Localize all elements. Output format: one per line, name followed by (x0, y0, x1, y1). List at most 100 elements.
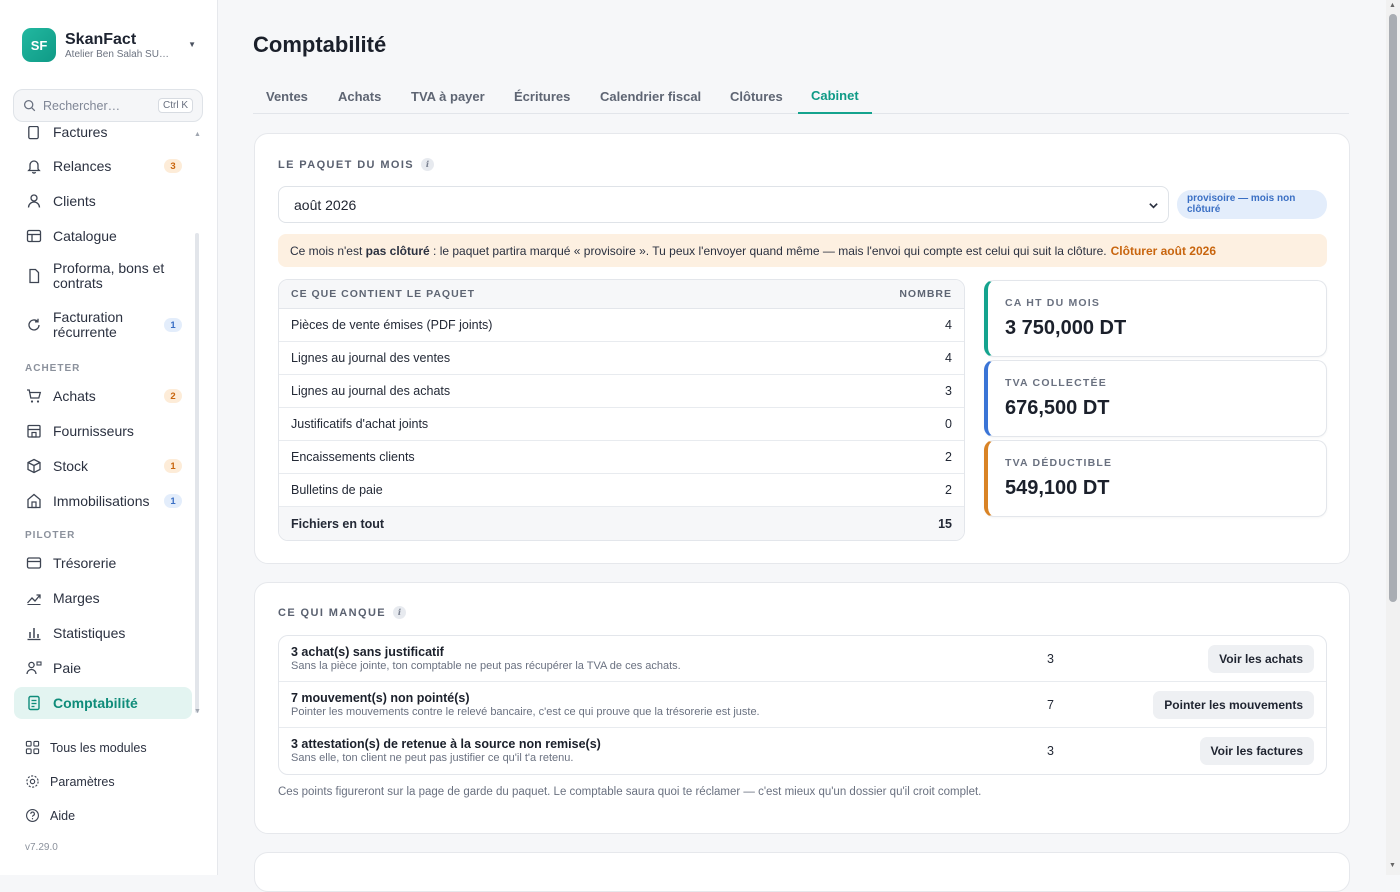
kpi-label: TVA DÉDUCTIBLE (1005, 457, 1113, 469)
tab-ecritures[interactable]: Écritures (501, 78, 583, 114)
row-label: Justificatifs d'achat joints (291, 417, 429, 431)
tab-achats[interactable]: Achats (325, 78, 394, 114)
kpi-label: CA HT DU MOIS (1005, 297, 1101, 309)
grid-icon (25, 740, 40, 755)
sidebar-item-factures[interactable]: Factures (14, 126, 192, 148)
row-count: 4 (945, 351, 952, 365)
building-icon (25, 493, 42, 510)
tab-bar: Ventes Achats TVA à payer Écritures Cale… (253, 78, 1349, 114)
sidebar-item-label: Stock (53, 457, 89, 474)
sidebar-item-label: Fournisseurs (53, 422, 134, 439)
column-header-contenu: CE QUE CONTIENT LE PAQUET (291, 288, 476, 300)
tab-clotures[interactable]: Clôtures (717, 78, 796, 114)
table-row: Pièces de vente émises (PDF joints) 4 (279, 309, 964, 342)
trend-icon (25, 590, 42, 607)
row-count: 2 (945, 483, 952, 497)
row-label: Lignes au journal des achats (291, 384, 451, 398)
sidebar-item-immobilisations[interactable]: Immobilisations 1 (14, 485, 192, 517)
total-count: 15 (938, 516, 952, 531)
voir-factures-button[interactable]: Voir les factures (1199, 737, 1314, 765)
section-label-piloter: PILOTER (25, 530, 76, 541)
search-box[interactable]: Rechercher… Ctrl K (13, 89, 203, 122)
sidebar-item-label: Comptabilité (53, 694, 138, 711)
table-row: 7 mouvement(s) non pointé(s) Pointer les… (279, 682, 1326, 728)
month-select[interactable]: août 2026 (278, 186, 1169, 223)
missing-description: Sans la pièce jointe, ton comptable ne p… (291, 660, 681, 672)
kpi-tva-deductible: TVA DÉDUCTIBLE 549,100 DT (984, 440, 1327, 517)
info-icon[interactable]: i (393, 606, 407, 619)
count-badge: 1 (164, 494, 182, 508)
cart-icon (25, 388, 42, 405)
bar-chart-icon (25, 625, 42, 642)
sidebar-item-fournisseurs[interactable]: Fournisseurs (14, 415, 192, 447)
table-row: Bulletins de paie 2 (279, 474, 964, 507)
sidebar-item-clients[interactable]: Clients (14, 185, 192, 217)
info-icon[interactable]: i (421, 158, 435, 171)
table-row: Lignes au journal des achats 3 (279, 375, 964, 408)
sidebar-item-stock[interactable]: Stock 1 (14, 450, 192, 482)
tab-calendrier-fiscal[interactable]: Calendrier fiscal (587, 78, 714, 114)
close-month-link[interactable]: Clôturer août 2026 (1111, 244, 1216, 258)
section-label-acheter: ACHETER (25, 363, 81, 374)
row-count: 3 (945, 384, 952, 398)
tab-cabinet[interactable]: Cabinet (798, 78, 872, 114)
search-icon (23, 99, 36, 112)
sidebar-item-label: Trésorerie (53, 554, 117, 571)
sidebar-scrollbar[interactable] (195, 233, 199, 713)
missing-title: 3 achat(s) sans justificatif (291, 645, 444, 659)
row-label: Lignes au journal des ventes (291, 351, 451, 365)
sidebar-item-label: Tous les modules (50, 740, 147, 755)
company-name: Atelier Ben Salah SU… (65, 48, 169, 60)
sidebar-item-statistiques[interactable]: Statistiques (14, 617, 192, 649)
alert-text-pre: Ce mois n'est (290, 243, 366, 258)
document-icon (25, 268, 42, 285)
row-count: 0 (945, 417, 952, 431)
row-label: Bulletins de paie (291, 483, 383, 497)
table-row: Encaissements clients 2 (279, 441, 964, 474)
tab-ventes[interactable]: Ventes (253, 78, 321, 114)
section-title: LE PAQUET DU MOIS i (278, 158, 435, 171)
sidebar-item-parametres[interactable]: Paramètres (25, 774, 115, 789)
table-icon (25, 228, 42, 245)
missing-description: Pointer les mouvements contre le relevé … (291, 706, 760, 718)
sidebar-nav: Factures Relances 3 Clients Catalogue Pr… (0, 126, 218, 720)
missing-title: 7 mouvement(s) non pointé(s) (291, 691, 470, 705)
sidebar-item-catalogue[interactable]: Catalogue (14, 220, 192, 252)
scroll-up-arrow-icon[interactable]: ▲ (1389, 2, 1396, 9)
chevron-down-icon[interactable]: ▼ (194, 708, 201, 715)
voir-achats-button[interactable]: Voir les achats (1208, 645, 1314, 673)
sidebar-item-tresorerie[interactable]: Trésorerie (14, 547, 192, 579)
sidebar-item-facturation-recurrente[interactable]: Facturation récurrente 1 (14, 304, 192, 346)
tab-tva-a-payer[interactable]: TVA à payer (398, 78, 498, 114)
scrollbar-thumb[interactable] (1389, 14, 1397, 602)
table-row: Justificatifs d'achat joints 0 (279, 408, 964, 441)
chevron-up-icon[interactable]: ▲ (194, 131, 201, 138)
pointer-mouvements-button[interactable]: Pointer les mouvements (1153, 691, 1314, 719)
kpi-value: 3 750,000 DT (1005, 317, 1127, 339)
sidebar-item-label: Relances (53, 157, 112, 174)
sidebar-item-paie[interactable]: Paie (14, 652, 192, 684)
row-label: Encaissements clients (291, 450, 415, 464)
sidebar-item-relances[interactable]: Relances 3 (14, 150, 192, 182)
sidebar-item-label: Catalogue (53, 227, 117, 244)
sidebar-item-aide[interactable]: Aide (25, 808, 75, 823)
sidebar-item-achats[interactable]: Achats 2 (14, 380, 192, 412)
sidebar-item-comptabilite[interactable]: Comptabilité (14, 687, 192, 719)
alert-text-bold: pas clôturé (365, 243, 430, 258)
missing-items-table: 3 achat(s) sans justificatif Sans la piè… (278, 635, 1327, 775)
column-header-nombre: NOMBRE (899, 288, 952, 300)
package-contents-table: CE QUE CONTIENT LE PAQUET NOMBRE Pièces … (278, 279, 965, 541)
missing-description: Sans elle, ton client ne peut pas justif… (291, 752, 574, 764)
page-scrollbar[interactable]: ▲ ▼ (1386, 0, 1400, 875)
alert-text-post: : le paquet partira marqué « provisoire … (429, 243, 1107, 258)
count-badge: 1 (164, 459, 182, 473)
sidebar-item-proforma[interactable]: Proforma, bons et contrats (14, 255, 192, 297)
sidebar-item-marges[interactable]: Marges (14, 582, 192, 614)
workspace-switcher[interactable]: SF SkanFact Atelier Ben Salah SU… ▼ (22, 28, 202, 62)
chevron-down-icon (1149, 203, 1158, 209)
sidebar-item-label: Factures (53, 126, 108, 140)
total-label: Fichiers en tout (291, 516, 385, 531)
sidebar-item-tous-les-modules[interactable]: Tous les modules (25, 740, 147, 755)
next-card (254, 852, 1350, 892)
scroll-down-arrow-icon[interactable]: ▼ (1389, 862, 1396, 869)
